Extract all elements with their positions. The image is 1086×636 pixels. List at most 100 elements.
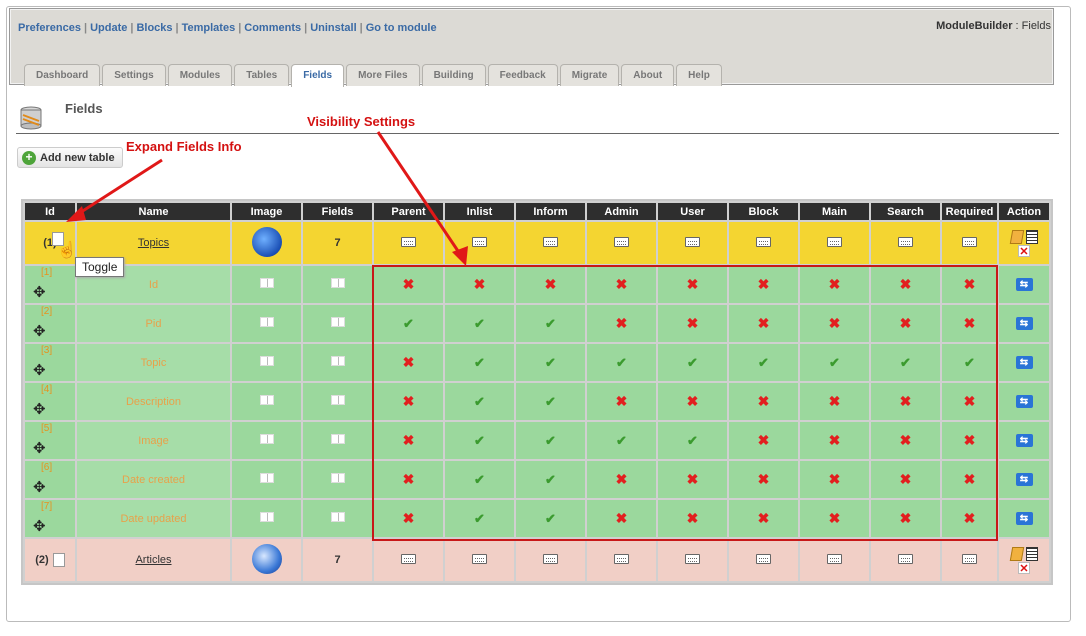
keyboard-icon[interactable] bbox=[898, 236, 913, 247]
keyboard-icon[interactable] bbox=[614, 553, 629, 564]
field-name[interactable]: Description bbox=[126, 396, 181, 408]
keyboard-icon[interactable] bbox=[614, 236, 629, 247]
edit-icon[interactable] bbox=[1009, 546, 1024, 561]
move-handle-icon[interactable]: ✥ bbox=[33, 480, 46, 495]
top-link-update[interactable]: Update bbox=[90, 22, 127, 34]
move-handle-icon[interactable]: ✥ bbox=[33, 363, 46, 378]
edit-icon[interactable] bbox=[1009, 229, 1024, 244]
tab-building[interactable]: Building bbox=[421, 64, 486, 86]
keyboard-icon[interactable] bbox=[401, 236, 416, 247]
top-link-uninstall[interactable]: Uninstall bbox=[310, 22, 356, 34]
field-name[interactable]: Topic bbox=[141, 357, 167, 369]
field-name[interactable]: Date created bbox=[122, 474, 185, 486]
visibility-settings-highlight bbox=[372, 265, 998, 541]
double-arrow-icon[interactable]: ⇆ bbox=[1015, 317, 1033, 330]
table-setting-cell bbox=[445, 222, 514, 264]
list-icon[interactable] bbox=[1025, 229, 1038, 244]
table-setting-cell bbox=[516, 222, 585, 264]
field-id-cell: [1] ✥ bbox=[25, 266, 75, 303]
tab-migrate[interactable]: Migrate bbox=[559, 64, 620, 86]
book-icon bbox=[259, 512, 274, 522]
field-action-cell: ⇆ bbox=[999, 500, 1049, 537]
top-link-preferences[interactable]: Preferences bbox=[18, 22, 81, 34]
tab-modules[interactable]: Modules bbox=[167, 64, 233, 86]
keyboard-icon[interactable] bbox=[472, 553, 487, 564]
double-arrow-icon[interactable]: ⇆ bbox=[1015, 512, 1033, 525]
table-setting-cell bbox=[800, 539, 869, 581]
table-setting-cell bbox=[374, 222, 443, 264]
double-arrow-icon[interactable]: ⇆ bbox=[1015, 278, 1033, 291]
move-handle-icon[interactable]: ✥ bbox=[33, 441, 46, 456]
tab-settings[interactable]: Settings bbox=[102, 64, 166, 86]
column-header-inlist: Inlist bbox=[445, 203, 514, 220]
double-arrow-icon[interactable]: ⇆ bbox=[1015, 434, 1033, 447]
field-id: [7] bbox=[41, 501, 53, 512]
page-title: Fields bbox=[65, 101, 103, 116]
column-header-user: User bbox=[658, 203, 727, 220]
book-icon bbox=[330, 278, 345, 288]
add-new-table-button[interactable]: + Add new table bbox=[17, 147, 123, 168]
list-icon[interactable] bbox=[1025, 546, 1038, 561]
double-arrow-icon[interactable]: ⇆ bbox=[1015, 356, 1033, 369]
field-name[interactable]: Image bbox=[138, 435, 169, 447]
move-handle-icon[interactable]: ✥ bbox=[33, 285, 46, 300]
keyboard-icon[interactable] bbox=[962, 553, 977, 564]
tab-help[interactable]: Help bbox=[676, 64, 722, 86]
keyboard-icon[interactable] bbox=[685, 553, 700, 564]
field-fields-cell bbox=[303, 422, 372, 459]
tab-about[interactable]: About bbox=[621, 64, 675, 86]
tab-fields[interactable]: Fields bbox=[291, 64, 345, 87]
delete-icon[interactable]: ✕ bbox=[1018, 561, 1030, 575]
move-handle-icon[interactable]: ✥ bbox=[33, 324, 46, 339]
toggle-icon[interactable] bbox=[52, 553, 65, 567]
link-separator: | bbox=[130, 22, 134, 34]
double-arrow-icon[interactable]: ⇆ bbox=[1015, 473, 1033, 486]
table-setting-cell bbox=[587, 539, 656, 581]
table-actions: ✕ bbox=[999, 546, 1049, 575]
move-handle-icon[interactable]: ✥ bbox=[33, 402, 46, 417]
column-header-id: Id bbox=[25, 203, 75, 220]
keyboard-icon[interactable] bbox=[472, 236, 487, 247]
field-name[interactable]: Id bbox=[149, 279, 158, 291]
top-link-go-to-module[interactable]: Go to module bbox=[366, 22, 437, 34]
table-setting-cell bbox=[658, 222, 727, 264]
keyboard-icon[interactable] bbox=[756, 553, 771, 564]
field-name[interactable]: Pid bbox=[146, 318, 162, 330]
tab-more-files[interactable]: More Files bbox=[346, 64, 420, 86]
double-arrow-icon[interactable]: ⇆ bbox=[1015, 395, 1033, 408]
field-action-cell: ⇆ bbox=[999, 383, 1049, 420]
tab-dashboard[interactable]: Dashboard bbox=[24, 64, 101, 86]
field-action-cell: ⇆ bbox=[999, 461, 1049, 498]
keyboard-icon[interactable] bbox=[543, 553, 558, 564]
column-header-main: Main bbox=[800, 203, 869, 220]
field-id: [4] bbox=[41, 384, 53, 395]
keyboard-icon[interactable] bbox=[827, 236, 842, 247]
link-separator: | bbox=[175, 22, 179, 34]
keyboard-icon[interactable] bbox=[827, 553, 842, 564]
keyboard-icon[interactable] bbox=[756, 236, 771, 247]
table-row: (2) Articles 7 ✕ bbox=[25, 539, 1049, 581]
table-name-link[interactable]: Articles bbox=[135, 554, 171, 566]
tab-tables[interactable]: Tables bbox=[234, 64, 290, 86]
keyboard-icon[interactable] bbox=[962, 236, 977, 247]
database-icon bbox=[20, 106, 42, 130]
actions-top-row bbox=[1009, 229, 1038, 244]
tab-feedback[interactable]: Feedback bbox=[487, 64, 558, 86]
book-icon bbox=[259, 395, 274, 405]
field-name-cell: Date created bbox=[77, 461, 230, 498]
add-icon: + bbox=[22, 150, 36, 165]
table-setting-cell bbox=[445, 539, 514, 581]
move-handle-icon[interactable]: ✥ bbox=[33, 519, 46, 534]
delete-icon[interactable]: ✕ bbox=[1018, 244, 1030, 258]
top-link-blocks[interactable]: Blocks bbox=[136, 22, 172, 34]
top-link-templates[interactable]: Templates bbox=[182, 22, 236, 34]
keyboard-icon[interactable] bbox=[898, 553, 913, 564]
module-header: Preferences | Update | Blocks | Templates | Comm… bbox=[9, 8, 1054, 87]
field-fields-cell bbox=[303, 266, 372, 303]
keyboard-icon[interactable] bbox=[543, 236, 558, 247]
top-link-comments[interactable]: Comments bbox=[244, 22, 301, 34]
field-name[interactable]: Date updated bbox=[120, 513, 186, 525]
table-name-link[interactable]: Topics bbox=[138, 237, 169, 249]
keyboard-icon[interactable] bbox=[401, 553, 416, 564]
keyboard-icon[interactable] bbox=[685, 236, 700, 247]
